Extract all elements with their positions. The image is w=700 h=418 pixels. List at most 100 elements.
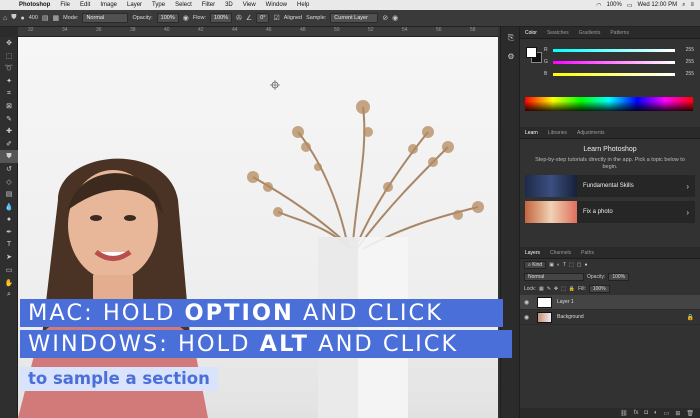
lasso-tool-icon[interactable]: ➰ xyxy=(0,62,18,75)
layer-kind-filter[interactable]: ⌕ Kind xyxy=(524,261,547,269)
history-panel-icon[interactable]: ⎘ xyxy=(502,31,520,45)
path-selection-tool-icon[interactable]: ➤ xyxy=(0,251,18,264)
fx-icon[interactable]: fx xyxy=(634,410,639,416)
menu-file[interactable]: File xyxy=(55,2,75,8)
blend-mode-select[interactable]: Normal xyxy=(524,273,584,281)
blue-slider[interactable] xyxy=(553,72,675,76)
hand-tool-icon[interactable]: ✋ xyxy=(0,276,18,289)
adjustment-layer-icon[interactable]: ◐ xyxy=(654,410,658,416)
aligned-checkbox[interactable]: ☑ xyxy=(273,14,279,22)
brush-tool-icon[interactable]: ✐ xyxy=(0,138,18,151)
menu-filter[interactable]: Filter xyxy=(197,2,220,8)
tab-learn[interactable]: Learn xyxy=(520,130,543,136)
search-icon[interactable]: ⌕ xyxy=(682,2,685,9)
filter-smart-icon[interactable]: ▢ xyxy=(577,262,582,268)
type-tool-icon[interactable]: T xyxy=(0,239,18,252)
mode-select[interactable]: Normal xyxy=(82,13,129,23)
tab-swatches[interactable]: Swatches xyxy=(542,30,574,36)
shape-tool-icon[interactable]: ▭ xyxy=(0,264,18,277)
layer-row-background[interactable]: ◉ Background 🔒 xyxy=(520,310,700,325)
airbrush-icon[interactable]: ✇ xyxy=(236,14,242,22)
new-layer-icon[interactable]: ⊞ xyxy=(675,410,680,417)
red-slider[interactable] xyxy=(553,48,675,52)
tab-paths[interactable]: Paths xyxy=(576,250,599,256)
filter-pixel-icon[interactable]: ▣ xyxy=(549,262,554,268)
stamp-tool-preset-icon[interactable]: ⛊ xyxy=(11,14,16,22)
crop-tool-icon[interactable]: ⌗ xyxy=(0,87,18,100)
menu-edit[interactable]: Edit xyxy=(75,2,95,8)
green-value[interactable]: 255 xyxy=(678,59,694,65)
tab-patterns[interactable]: Patterns xyxy=(605,30,634,36)
filter-type-icon[interactable]: T xyxy=(563,262,566,268)
healing-brush-tool-icon[interactable]: ✚ xyxy=(0,125,18,138)
dodge-tool-icon[interactable]: ● xyxy=(0,213,18,226)
menu-3d[interactable]: 3D xyxy=(220,2,238,8)
eye-icon[interactable]: ◉ xyxy=(524,314,532,321)
tutorial-card-fix-photo[interactable]: Fix a photo › xyxy=(525,201,695,224)
clock[interactable]: Wed 12:00 PM xyxy=(638,2,678,8)
pressure-opacity-icon[interactable]: ◉ xyxy=(183,14,189,22)
lock-pixels-icon[interactable]: ▦ xyxy=(539,286,544,292)
eyedropper-tool-icon[interactable]: ✎ xyxy=(0,113,18,126)
angle-input[interactable]: 0° xyxy=(256,13,270,23)
tab-color[interactable]: Color xyxy=(520,30,542,36)
tab-channels[interactable]: Channels xyxy=(545,250,576,256)
color-spectrum[interactable] xyxy=(525,97,693,111)
link-layers-icon[interactable]: ⛓ xyxy=(620,410,628,417)
filter-shape-icon[interactable]: ⬚ xyxy=(569,262,574,268)
brush-settings-icon[interactable]: ▤ xyxy=(42,14,49,22)
layer-opacity-input[interactable]: 100% xyxy=(608,273,630,281)
frame-tool-icon[interactable]: ⊠ xyxy=(0,100,18,113)
wifi-icon[interactable]: ◠ xyxy=(596,2,601,9)
opacity-input[interactable]: 100% xyxy=(156,13,179,23)
red-value[interactable]: 255 xyxy=(678,47,694,53)
lock-paint-icon[interactable]: ✎ xyxy=(547,286,551,292)
lock-position-icon[interactable]: ✥ xyxy=(554,286,558,292)
tab-layers[interactable]: Layers xyxy=(520,250,545,256)
magic-wand-tool-icon[interactable]: ✦ xyxy=(0,75,18,88)
menu-image[interactable]: Image xyxy=(95,2,122,8)
eraser-tool-icon[interactable]: ◇ xyxy=(0,176,18,189)
layer-name[interactable]: Layer 1 xyxy=(557,299,574,305)
sample-select[interactable]: Current Layer xyxy=(330,13,379,23)
brush-preview-icon[interactable]: ● xyxy=(20,15,24,22)
history-brush-tool-icon[interactable]: ↺ xyxy=(0,163,18,176)
layer-fill-input[interactable]: 100% xyxy=(588,285,610,293)
clone-stamp-tool-icon[interactable]: ⛊ xyxy=(0,150,18,163)
marquee-tool-icon[interactable]: ⬚ xyxy=(0,50,18,63)
blue-value[interactable]: 255 xyxy=(678,71,694,77)
layer-row-layer-1[interactable]: ◉ Layer 1 xyxy=(520,295,700,310)
battery-icon[interactable]: ▭ xyxy=(627,2,633,9)
trash-icon[interactable]: 🗑 xyxy=(686,410,694,417)
properties-panel-icon[interactable]: ⚙ xyxy=(502,49,520,63)
layer-name[interactable]: Background xyxy=(557,314,584,320)
tab-libraries[interactable]: Libraries xyxy=(543,130,572,136)
angle-icon[interactable]: ∠ xyxy=(246,14,252,22)
menu-window[interactable]: Window xyxy=(261,2,292,8)
tab-adjustments[interactable]: Adjustments xyxy=(572,130,610,136)
lock-all-icon[interactable]: 🔒 xyxy=(569,286,575,292)
gradient-tool-icon[interactable]: ▤ xyxy=(0,188,18,201)
green-slider[interactable] xyxy=(553,60,675,64)
menu-view[interactable]: View xyxy=(238,2,261,8)
clone-source-icon[interactable]: ▦ xyxy=(53,14,60,22)
menu-type[interactable]: Type xyxy=(147,2,170,8)
menu-list-icon[interactable]: ≡ xyxy=(690,2,694,8)
pressure-size-icon[interactable]: ◉ xyxy=(392,14,398,22)
menu-layer[interactable]: Layer xyxy=(122,2,147,8)
ignore-adjustment-icon[interactable]: ⊘ xyxy=(382,14,388,22)
zoom-tool-icon[interactable]: ⌕ xyxy=(0,289,18,302)
menu-app[interactable]: Photoshop xyxy=(14,2,55,8)
menu-help[interactable]: Help xyxy=(292,2,314,8)
document-canvas[interactable] xyxy=(18,37,498,418)
filter-toggle-icon[interactable]: ● xyxy=(585,262,588,268)
tab-gradients[interactable]: Gradients xyxy=(574,30,606,36)
move-tool-icon[interactable]: ✥ xyxy=(0,37,18,50)
filter-adjustment-icon[interactable]: ◐ xyxy=(557,262,560,268)
flow-input[interactable]: 100% xyxy=(209,13,233,23)
lock-artboard-icon[interactable]: ⬚ xyxy=(561,286,566,292)
add-mask-icon[interactable]: ◘ xyxy=(644,410,648,416)
tutorial-card-fundamentals[interactable]: Fundamental Skills › xyxy=(525,175,695,198)
group-icon[interactable]: ▭ xyxy=(664,410,670,417)
menu-select[interactable]: Select xyxy=(170,2,197,8)
